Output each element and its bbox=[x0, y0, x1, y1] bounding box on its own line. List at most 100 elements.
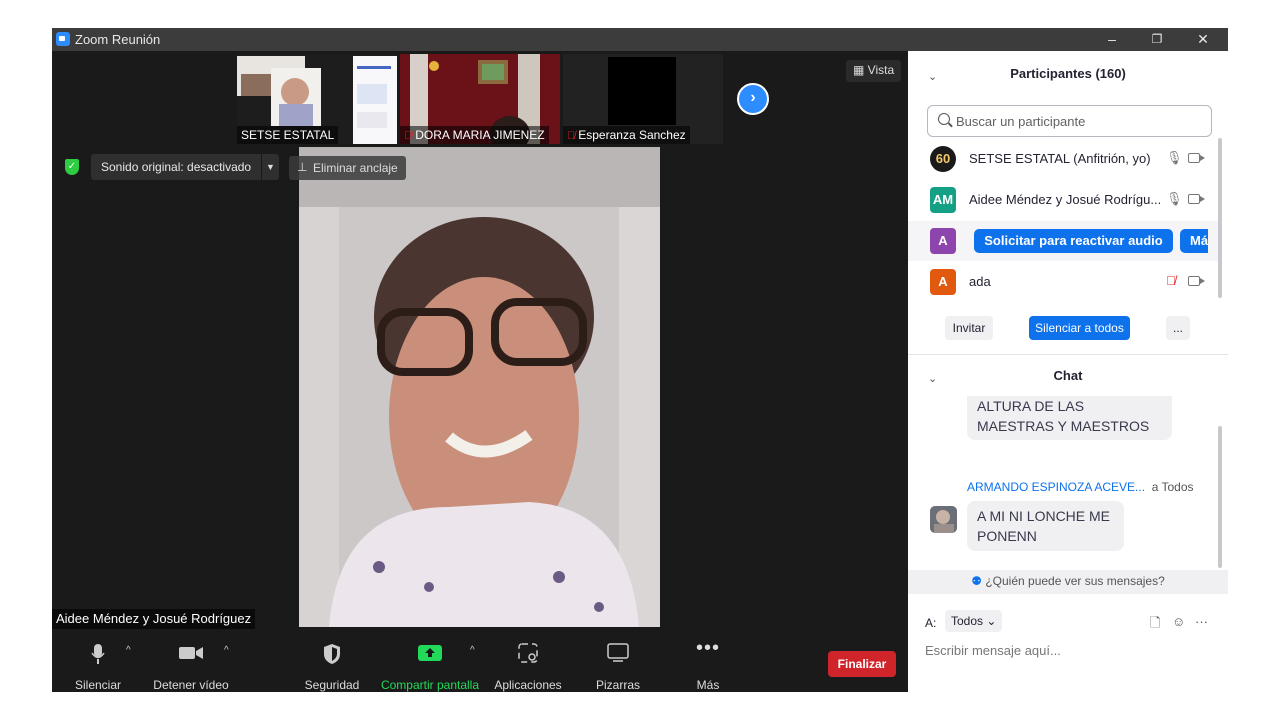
chat-header: Chat bbox=[1053, 368, 1083, 383]
stop-video-label: Detener vídeo bbox=[153, 678, 229, 692]
active-speaker-label: Aidee Méndez y Josué Rodríguez bbox=[52, 609, 256, 629]
more-options-button[interactable]: ... bbox=[1166, 316, 1190, 340]
camera-icon[interactable] bbox=[1188, 194, 1205, 204]
share-screen-icon bbox=[417, 643, 443, 666]
to-label: A: bbox=[925, 616, 937, 630]
chevron-down-icon[interactable]: ▼ bbox=[261, 154, 279, 180]
mute-label: Silenciar bbox=[74, 678, 122, 692]
emoji-icon[interactable]: ☺ bbox=[1172, 614, 1185, 629]
participants-header: Participantes (160) bbox=[1010, 66, 1126, 81]
whiteboards-button[interactable]: Pizarras bbox=[590, 635, 646, 692]
share-screen-label: Compartir pantalla bbox=[380, 678, 480, 692]
chevron-up-icon[interactable]: ^ bbox=[224, 645, 229, 656]
apps-label: Aplicaciones bbox=[494, 678, 562, 692]
whiteboards-label: Pizarras bbox=[595, 678, 640, 692]
thumbnail-label: 🎙̸ DORA MARIA JIMENEZ bbox=[400, 126, 549, 144]
more-dots-icon: ••• bbox=[695, 637, 721, 659]
who-can-see-link[interactable]: ⚉ ¿Quién puede ver sus mensajes? bbox=[908, 574, 1228, 588]
camera-icon[interactable] bbox=[1188, 153, 1205, 163]
divider bbox=[908, 354, 1228, 355]
participant-row-hover[interactable]: A Solicitar para reactivar audio Má bbox=[908, 221, 1218, 261]
recipient-select[interactable]: Todos ⌄ bbox=[945, 610, 1003, 632]
security-shield-icon[interactable]: ✓ bbox=[65, 159, 79, 175]
stop-video-button[interactable]: Detener vídeo bbox=[152, 635, 230, 692]
side-panel: ⌄ Participantes (160) Buscar un particip… bbox=[908, 51, 1228, 692]
chevron-up-icon[interactable]: ^ bbox=[470, 645, 475, 656]
camera-icon[interactable] bbox=[1188, 276, 1205, 286]
avatar: AM bbox=[930, 187, 956, 213]
speaker-video-frame bbox=[299, 147, 660, 627]
mute-all-button[interactable]: Silenciar a todos bbox=[1029, 316, 1130, 340]
more-participant-options-button[interactable]: Má bbox=[1180, 229, 1208, 253]
thumbnail-setse[interactable]: SETSE ESTATAL bbox=[237, 54, 397, 144]
next-page-button[interactable]: › bbox=[737, 83, 769, 115]
participants-scrollbar[interactable] bbox=[1218, 138, 1222, 298]
mic-muted-icon[interactable]: 🎙̸ bbox=[1166, 273, 1176, 288]
avatar bbox=[930, 506, 957, 533]
chevron-down-icon: ⌄ bbox=[986, 614, 997, 628]
thumbnail-esperanza[interactable]: 🎙̸ Esperanza Sanchez bbox=[563, 54, 723, 144]
unpin-button[interactable]: ⊥ Eliminar anclaje bbox=[289, 156, 406, 180]
chat-message-input[interactable]: Escribir mensaje aquí... bbox=[925, 643, 1061, 658]
avatar: 60 bbox=[930, 146, 956, 172]
minimize-button[interactable]: – bbox=[1089, 28, 1135, 51]
thumbnail-label: 🎙̸ Esperanza Sanchez bbox=[563, 126, 690, 144]
participant-search-input[interactable]: Buscar un participante bbox=[927, 105, 1212, 137]
active-video bbox=[299, 147, 660, 627]
avatar: A bbox=[930, 269, 956, 295]
original-sound-button[interactable]: Sonido original: desactivado ▼ bbox=[91, 154, 279, 180]
security-button[interactable]: Seguridad bbox=[304, 635, 360, 692]
microphone-icon[interactable]: 🎙 bbox=[1166, 191, 1183, 207]
mic-muted-icon: 🎙̸ bbox=[567, 130, 576, 142]
who-can-see-label: ¿Quién puede ver sus mensajes? bbox=[985, 574, 1165, 588]
file-icon[interactable]: 🗋 bbox=[1150, 614, 1160, 636]
more-dots-icon[interactable]: ··· bbox=[1195, 614, 1208, 629]
recipient-value: Todos bbox=[951, 614, 984, 628]
grid-icon: ▦ bbox=[853, 63, 868, 77]
search-placeholder: Buscar un participante bbox=[956, 114, 1086, 129]
chat-message: ALTURA DE LAS MAESTRAS Y MAESTROS bbox=[967, 396, 1172, 440]
chat-sender-name: ARMANDO ESPINOZA ACEVE... bbox=[967, 480, 1146, 494]
thumbnail-dora[interactable]: 🎙̸ DORA MARIA JIMENEZ bbox=[400, 54, 560, 144]
video-area: SETSE ESTATAL 🎙̸ DORA MARIA JIMENEZ 🎙̸ Esp… bbox=[52, 51, 908, 692]
thumbnail-label: SETSE ESTATAL bbox=[237, 126, 339, 144]
apps-icon bbox=[518, 643, 538, 666]
unpin-label: Eliminar anclaje bbox=[313, 161, 398, 175]
invite-button[interactable]: Invitar bbox=[945, 316, 993, 340]
share-screen-button[interactable]: Compartir pantalla bbox=[380, 635, 480, 692]
thumbnail-esperanza-video bbox=[608, 57, 676, 125]
participant-name: ada bbox=[969, 274, 991, 289]
participant-row[interactable]: 60 SETSE ESTATAL (Anfitrión, yo) 🎙 bbox=[908, 139, 1218, 179]
original-sound-label: Sonido original: desactivado bbox=[101, 160, 252, 174]
end-meeting-button[interactable]: Finalizar bbox=[828, 651, 896, 677]
ask-unmute-button[interactable]: Solicitar para reactivar audio bbox=[974, 229, 1173, 253]
search-icon bbox=[938, 113, 950, 125]
person-lock-icon: ⚉ bbox=[971, 574, 986, 588]
video-camera-icon bbox=[178, 643, 204, 666]
chat-message: A MI NI LONCHE ME PONENN bbox=[967, 501, 1124, 551]
more-label: Más bbox=[696, 678, 720, 692]
mute-button[interactable]: Silenciar bbox=[70, 635, 126, 692]
zoom-window: Zoom Reunión – ❐ ✕ SETSE ESTATAL 🎙̸ DORA… bbox=[52, 28, 1228, 692]
participant-name: Aidee Méndez y Josué Rodrígu... bbox=[969, 192, 1162, 207]
chat-sender[interactable]: ARMANDO ESPINOZA ACEVE... a Todos bbox=[967, 480, 1194, 494]
more-button[interactable]: ••• Más bbox=[680, 635, 736, 692]
close-button[interactable]: ✕ bbox=[1180, 28, 1226, 51]
apps-button[interactable]: Aplicaciones bbox=[492, 635, 564, 692]
window-title: Zoom Reunión bbox=[75, 32, 161, 47]
shield-icon bbox=[322, 643, 342, 668]
zoom-logo-icon bbox=[56, 32, 70, 46]
chat-recipient: a Todos bbox=[1151, 480, 1194, 494]
participant-row[interactable]: AM Aidee Méndez y Josué Rodrígu... 🎙 bbox=[908, 180, 1218, 220]
view-button[interactable]: ▦ Vista bbox=[846, 60, 902, 82]
whiteboard-icon bbox=[607, 643, 629, 666]
restore-button[interactable]: ❐ bbox=[1134, 28, 1180, 51]
chevron-up-icon[interactable]: ^ bbox=[126, 645, 131, 656]
participant-row[interactable]: A ada 🎙̸ bbox=[908, 262, 1218, 302]
microphone-icon[interactable]: 🎙 bbox=[1166, 150, 1183, 166]
security-label: Seguridad bbox=[304, 678, 360, 692]
pin-icon: ⊥ bbox=[297, 160, 308, 174]
chat-scrollbar[interactable] bbox=[1218, 426, 1222, 568]
mic-muted-icon: 🎙̸ bbox=[404, 130, 413, 142]
title-bar: Zoom Reunión – ❐ ✕ bbox=[52, 28, 1228, 51]
